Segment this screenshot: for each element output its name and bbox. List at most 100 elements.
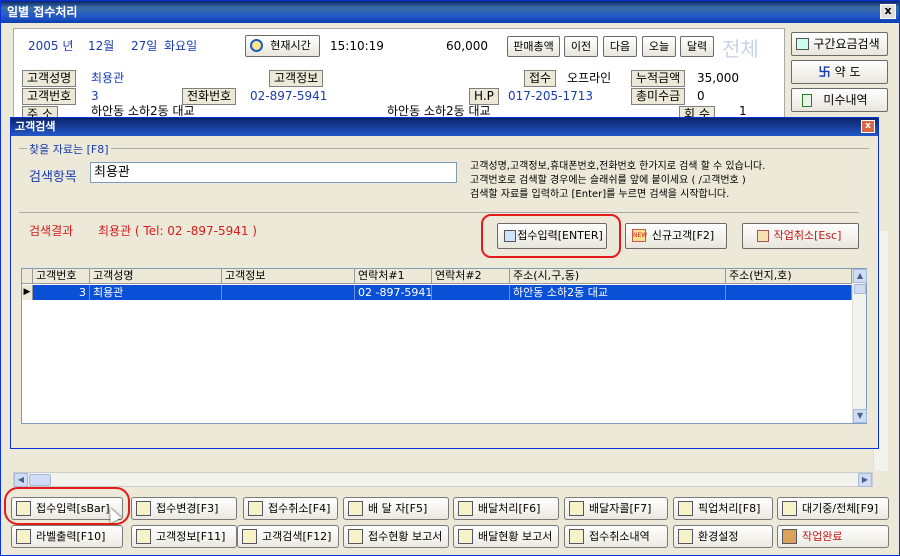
date-day: 27일 bbox=[131, 39, 158, 53]
scroll-up-icon[interactable]: ▲ bbox=[853, 269, 867, 283]
delivery-process-button[interactable]: 배달처리[F6] bbox=[453, 497, 559, 520]
customer-search-dialog: 고객검색 x 찾을 자료는 [F8] 검색항목 최용관 고객성명,고객정보,휴대… bbox=[10, 117, 879, 449]
accum-value: 35,000 bbox=[697, 71, 739, 85]
grid-vscroll[interactable]: ▲ ▼ bbox=[852, 269, 867, 423]
help-line-3: 검색할 자료를 입력하고 [Enter]를 누르면 검색을 시작합니다. bbox=[470, 189, 730, 200]
col-header[interactable]: 연락처#1 bbox=[355, 269, 432, 284]
title-bar: 일별 접수처리 x bbox=[1, 1, 899, 23]
card-icon bbox=[136, 529, 151, 544]
row-indicator[interactable]: ▶ bbox=[22, 285, 33, 300]
customer-info-label: 고객정보 bbox=[269, 70, 324, 87]
people-icon bbox=[242, 529, 257, 544]
receive-change-button[interactable]: 접수변경[F3] bbox=[131, 497, 237, 520]
result-value: 최용관 ( Tel: 02 -897-5941 ) bbox=[98, 224, 257, 238]
report-icon bbox=[348, 529, 363, 544]
customer-info-button[interactable]: 고객정보[F11] bbox=[131, 525, 237, 548]
edit-icon bbox=[136, 501, 151, 516]
group-divider bbox=[19, 212, 859, 213]
disk-icon bbox=[248, 501, 263, 516]
main-window: 일별 접수처리 x 2005 년 12월 27일 화요일 현재시간 15:10:… bbox=[0, 0, 900, 556]
table-cell[interactable]: 하안동 소하2동 대교 bbox=[510, 285, 726, 300]
search-input[interactable]: 최용관 bbox=[90, 162, 457, 183]
call-icon bbox=[569, 501, 584, 516]
table-cell[interactable]: 최용관 bbox=[90, 285, 222, 300]
col-header[interactable]: 고객정보 bbox=[222, 269, 355, 284]
cancel-history-button[interactable]: 접수취소내역 bbox=[564, 525, 668, 548]
new-customer-button[interactable]: NEW 신규고객[F2] bbox=[625, 223, 727, 249]
table-cell[interactable]: 02 -897-5941 bbox=[355, 285, 432, 300]
table-cell[interactable] bbox=[222, 285, 355, 300]
deliverer-call-label: 배달자콜[F7] bbox=[589, 502, 652, 515]
person-icon bbox=[348, 501, 363, 516]
info-panel: 2005 년 12월 27일 화요일 현재시간 15:10:19 60,000 … bbox=[13, 28, 785, 118]
next-button[interactable]: 다음 bbox=[603, 36, 637, 57]
fare-search-icon bbox=[796, 38, 809, 50]
unpaid-history-button[interactable]: 미수내역 bbox=[791, 88, 888, 112]
receive-report-button[interactable]: 접수현황 보고서 bbox=[343, 525, 449, 548]
receive-report-label: 접수현황 보고서 bbox=[368, 530, 443, 543]
col-header[interactable]: 연락처#2 bbox=[432, 269, 510, 284]
total-amount: 60,000 bbox=[446, 39, 488, 53]
col-header[interactable]: 주소(번지,호) bbox=[726, 269, 852, 284]
col-header[interactable]: 고객번호 bbox=[33, 269, 90, 284]
new-customer-label: 신규고객[F2] bbox=[651, 229, 715, 242]
printer-icon bbox=[16, 529, 31, 544]
delivery-report-label: 배달현황 보고서 bbox=[478, 530, 553, 543]
close-icon[interactable]: x bbox=[880, 4, 896, 19]
clock-time: 15:10:19 bbox=[330, 39, 384, 53]
delivery-report-button[interactable]: 배달현황 보고서 bbox=[453, 525, 559, 548]
customer-search-label: 고객검색[F12] bbox=[262, 530, 332, 543]
help-line-2: 고객번호로 검색할 경우에는 슬래쉬를 앞에 붙이세요 ( /고객번호 ) bbox=[470, 175, 746, 186]
finish-label: 작업완료 bbox=[802, 530, 843, 543]
pickup-button[interactable]: 픽업처리[F8] bbox=[673, 497, 773, 520]
map-button[interactable]: 卐 약 도 bbox=[791, 60, 888, 84]
deliverer-call-button[interactable]: 배달자콜[F7] bbox=[564, 497, 668, 520]
scroll-right-icon[interactable]: ▶ bbox=[858, 473, 872, 487]
unpaid-label: 총미수금 bbox=[631, 88, 686, 105]
finish-button[interactable]: 작업완료 bbox=[777, 525, 889, 548]
table-cell[interactable] bbox=[726, 285, 852, 300]
prev-button[interactable]: 이전 bbox=[564, 36, 598, 57]
table-cell[interactable]: 3 bbox=[33, 285, 90, 300]
scroll-thumb[interactable] bbox=[29, 474, 51, 486]
receive-value: 오프라인 bbox=[567, 71, 612, 85]
clock-icon bbox=[250, 39, 263, 52]
receive-change-label: 접수변경[F3] bbox=[156, 502, 219, 515]
settings-button[interactable]: 환경설정 bbox=[673, 525, 773, 548]
highlight-ring-receive bbox=[481, 214, 621, 258]
receive-cancel-button[interactable]: 접수취소[F4] bbox=[243, 497, 338, 520]
cancel-icon bbox=[757, 230, 769, 242]
calendar-button[interactable]: 달력 bbox=[680, 36, 714, 57]
search-help: 고객성명,고객정보,휴대폰번호,전화번호 한가지로 검색 할 수 있습니다. 고… bbox=[470, 160, 765, 202]
current-time-button[interactable]: 현재시간 bbox=[245, 35, 320, 57]
scroll-down-icon[interactable]: ▼ bbox=[853, 409, 867, 423]
deliverer-button[interactable]: 배 달 자[F5] bbox=[343, 497, 449, 520]
hp-value: 017-205-1713 bbox=[508, 89, 594, 103]
col-header[interactable]: 고객성명 bbox=[90, 269, 222, 284]
deliverer-label: 배 달 자[F5] bbox=[368, 502, 428, 515]
main-grid-hscroll[interactable]: ◀ ▶ bbox=[13, 472, 873, 487]
label-print-label: 라벨출력[F10] bbox=[36, 530, 106, 543]
label-print-button[interactable]: 라벨출력[F10] bbox=[11, 525, 123, 548]
fare-search-button[interactable]: 구간요금검색 bbox=[791, 32, 888, 56]
date-month: 12월 bbox=[88, 39, 115, 53]
col-header[interactable]: 주소(시,구,동) bbox=[510, 269, 726, 284]
cancel-task-button[interactable]: 작업취소[Esc] bbox=[742, 223, 859, 249]
customer-search-button[interactable]: 고객검색[F12] bbox=[237, 525, 339, 548]
grid-scroll-thumb[interactable] bbox=[854, 284, 866, 294]
receive-label: 접수 bbox=[524, 70, 557, 87]
map-label: 약 도 bbox=[834, 65, 861, 79]
dialog-close-icon[interactable]: x bbox=[861, 120, 875, 133]
current-time-label: 현재시간 bbox=[270, 39, 311, 52]
today-button[interactable]: 오늘 bbox=[642, 36, 676, 57]
pickup-label: 픽업처리[F8] bbox=[698, 502, 761, 515]
table-cell[interactable] bbox=[432, 285, 510, 300]
waiting-all-button[interactable]: 대기중/전체[F9] bbox=[777, 497, 889, 520]
sales-total-button[interactable]: 판매총액 bbox=[507, 36, 560, 57]
cancel-history-label: 접수취소내역 bbox=[589, 530, 650, 543]
scroll-left-icon[interactable]: ◀ bbox=[14, 473, 28, 487]
new-icon: NEW bbox=[632, 229, 647, 242]
waiting-all-label: 대기중/전체[F9] bbox=[802, 502, 879, 515]
accum-label: 누적금액 bbox=[631, 70, 686, 87]
pickup-icon bbox=[678, 501, 693, 516]
